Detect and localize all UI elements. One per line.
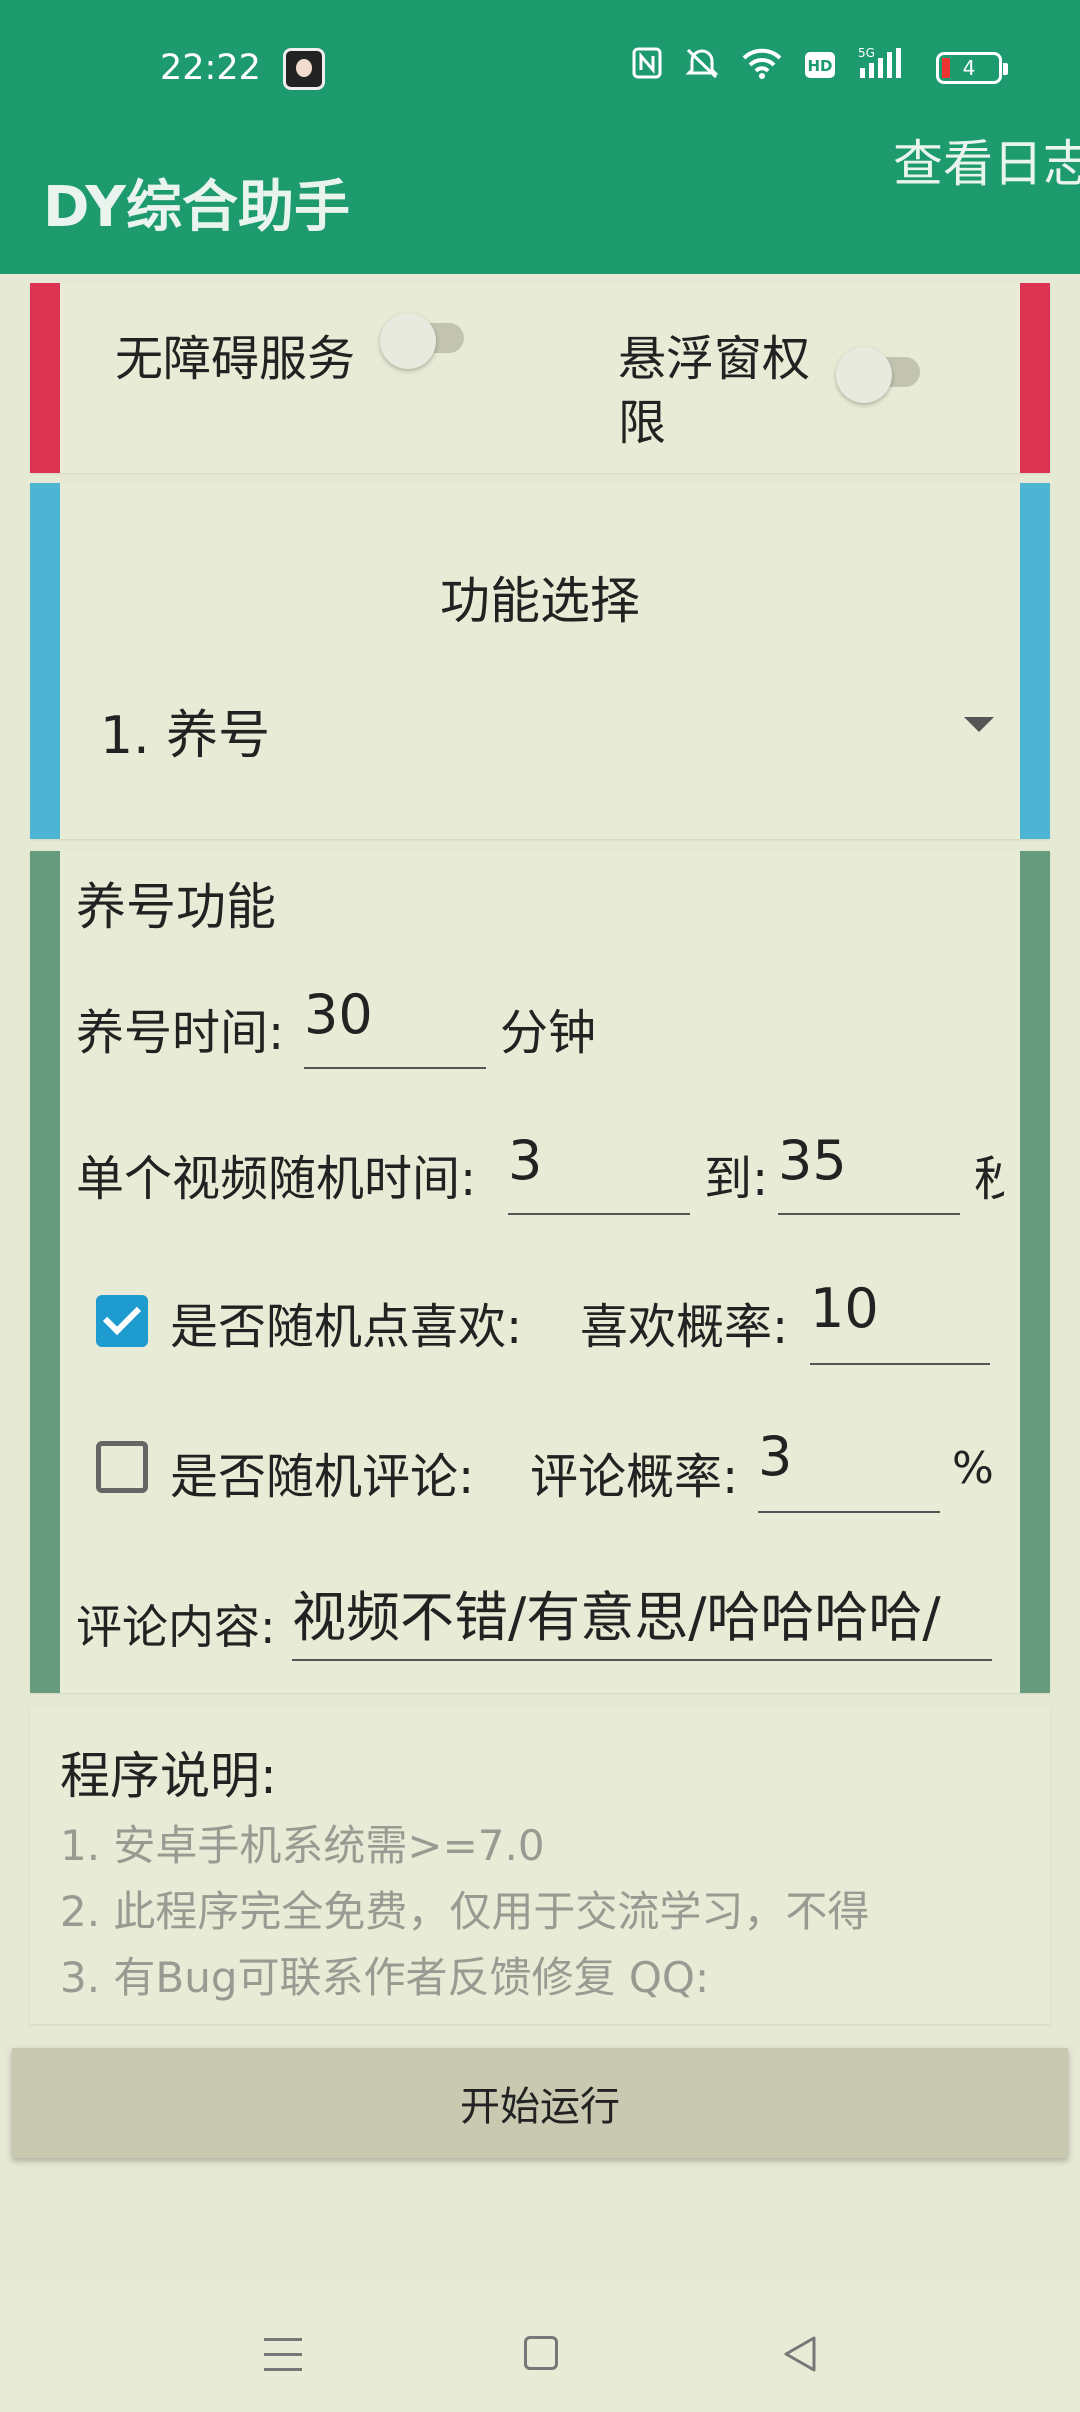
view-log-button[interactable]: 查看日志 xyxy=(893,124,1080,196)
percent-label: % xyxy=(952,1443,994,1494)
function-select-card: 功能选择 1. 养号 xyxy=(30,483,1050,839)
like-rate-input[interactable]: 10 xyxy=(810,1277,990,1365)
permissions-card: 无障碍服务 悬浮窗权 限 xyxy=(30,283,1050,473)
svg-text:HD: HD xyxy=(807,57,832,75)
battery-icon: 4 xyxy=(936,51,1008,84)
to-label: 到: xyxy=(704,1151,769,1207)
start-run-button[interactable]: 开始运行 xyxy=(12,2048,1068,2158)
hd-icon: HD xyxy=(804,48,836,88)
svg-text:5G: 5G xyxy=(858,46,875,60)
description-line: 2. 此程序完全免费，仅用于交流学习，不得 xyxy=(60,1887,870,1936)
card-accent-left xyxy=(30,483,60,839)
video-time-min-input[interactable]: 3 xyxy=(508,1129,690,1215)
recent-apps-icon[interactable] xyxy=(264,2338,302,2372)
comment-content-text: 视频不错/有意思/哈哈哈哈/ xyxy=(292,1586,941,1649)
system-nav-bar xyxy=(0,2280,1080,2412)
nurture-title: 养号功能 xyxy=(76,878,276,936)
description-card: 程序说明: 1. 安卓手机系统需>=7.0 2. 此程序完全免费，仅用于交流学习… xyxy=(30,1706,1050,2024)
card-accent-right xyxy=(1020,483,1050,839)
random-comment-label: 是否随机评论: xyxy=(170,1449,475,1505)
accessibility-service-switch[interactable] xyxy=(380,313,468,369)
spinner-selected-value: 1. 养号 xyxy=(100,706,271,766)
random-like-label: 是否随机点喜欢: xyxy=(170,1299,523,1355)
nurture-time-input[interactable]: 30 xyxy=(304,983,486,1069)
comment-rate-input[interactable]: 3 xyxy=(758,1425,940,1513)
back-icon[interactable] xyxy=(780,2334,820,2374)
signal-5g-icon: 5G xyxy=(858,46,908,89)
nurture-time-label: 养号时间: xyxy=(76,1005,285,1061)
description-line: 1. 安卓手机系统需>=7.0 xyxy=(60,1821,545,1870)
switch-thumb xyxy=(380,313,436,369)
video-time-max-input[interactable]: 35 xyxy=(778,1129,960,1215)
comment-rate-label: 评论概率: xyxy=(530,1449,739,1505)
random-comment-checkbox[interactable] xyxy=(96,1441,148,1493)
function-spinner[interactable]: 1. 养号 xyxy=(100,693,1000,773)
overlay-permission-label-line1: 悬浮窗权 xyxy=(618,331,811,387)
function-select-title: 功能选择 xyxy=(440,572,640,630)
overlay-permission-label-line2: 限 xyxy=(618,395,667,451)
home-icon[interactable] xyxy=(524,2336,558,2370)
wifi-icon xyxy=(742,47,782,88)
overlay-permission-switch[interactable] xyxy=(836,347,924,403)
card-accent-left xyxy=(30,851,60,1693)
comment-content-label: 评论内容: xyxy=(76,1600,276,1654)
card-accent-left xyxy=(30,283,60,473)
card-accent-right xyxy=(1020,851,1050,1693)
nfc-icon xyxy=(632,47,662,88)
app-title: DY综合助手 xyxy=(43,175,350,240)
status-icons: HD 5G 4 xyxy=(632,46,1008,89)
comment-content-input[interactable]: 视频不错/有意思/哈哈哈哈/ xyxy=(292,1573,992,1661)
accessibility-service-label: 无障碍服务 xyxy=(115,331,356,387)
nurture-time-unit: 分钟 xyxy=(500,1005,597,1061)
description-line: 3. 有Bug可联系作者反馈修复 QQ: xyxy=(60,1953,710,2002)
card-accent-right xyxy=(1020,283,1050,473)
random-like-checkbox[interactable] xyxy=(96,1295,148,1347)
dropdown-arrow-icon xyxy=(964,717,994,732)
like-rate-label: 喜欢概率: xyxy=(580,1299,789,1355)
notification-avatar-icon xyxy=(283,48,325,90)
status-time: 22:22 xyxy=(160,48,261,88)
mute-icon xyxy=(684,46,720,89)
description-title: 程序说明: xyxy=(60,1747,277,1805)
nurture-function-card: 养号功能 养号时间: 30 分钟 单个视频随机时间: 3 到: 35 秒 是否随… xyxy=(30,851,1050,1693)
switch-thumb xyxy=(836,347,892,403)
video-time-label: 单个视频随机时间: xyxy=(76,1151,477,1207)
video-time-unit: 秒 xyxy=(974,1151,1004,1207)
